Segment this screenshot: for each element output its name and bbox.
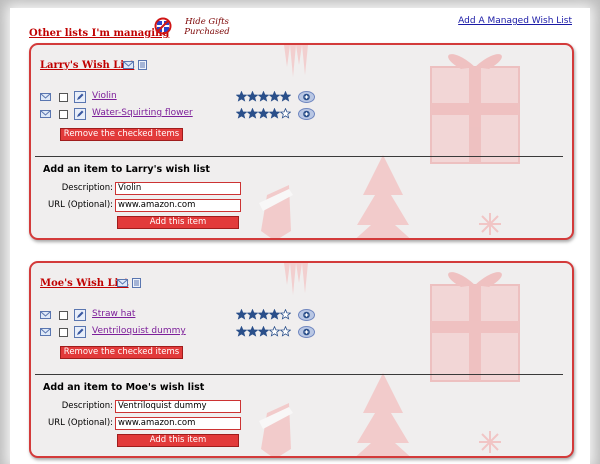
plus-icon[interactable]: [298, 91, 315, 103]
star-rating: [236, 309, 291, 321]
star-empty-icon: [280, 108, 291, 119]
wish-list-panel: Moe's Wish List Straw hat Ventriloquist …: [29, 261, 574, 458]
star-filled-icon: [258, 108, 269, 119]
star-filled-icon: [236, 326, 247, 337]
star-filled-icon: [247, 309, 258, 320]
url-label: URL (Optional):: [48, 418, 113, 428]
add-item-button[interactable]: Add this item: [117, 434, 239, 447]
item-checkbox[interactable]: [59, 328, 68, 337]
plus-icon[interactable]: [298, 108, 315, 120]
item-name-link[interactable]: Ventriloquist dummy: [92, 326, 186, 336]
header: Other lists I'm managing Hide Gifts Purc…: [10, 8, 590, 42]
description-row: Description: Ventriloquist dummy: [31, 400, 331, 414]
star-rating: [236, 108, 291, 120]
edit-pencil-icon[interactable]: [74, 326, 86, 338]
page-frame: Other lists I'm managing Hide Gifts Purc…: [10, 8, 590, 464]
star-filled-icon: [247, 91, 258, 102]
star-filled-icon: [269, 309, 280, 320]
mail-icon[interactable]: [40, 93, 51, 101]
item-checkbox[interactable]: [59, 311, 68, 320]
item-name-link[interactable]: Straw hat: [92, 309, 135, 319]
hide-gifts-icon[interactable]: [154, 17, 172, 35]
star-filled-icon: [269, 91, 280, 102]
star-rating: [236, 326, 291, 338]
remove-checked-items-button[interactable]: Remove the checked items: [60, 346, 183, 359]
hide-gifts-label[interactable]: Hide Gifts Purchased: [177, 17, 237, 37]
star-empty-icon: [280, 326, 291, 337]
description-label: Description:: [61, 401, 113, 411]
wish-list-title[interactable]: Moe's Wish List: [40, 278, 129, 289]
mail-icon[interactable]: [123, 60, 134, 70]
list-item: Water-Squirting flower: [40, 108, 560, 122]
star-filled-icon: [247, 108, 258, 119]
edit-pencil-icon[interactable]: [74, 309, 86, 321]
divider: [35, 156, 563, 157]
mail-icon[interactable]: [40, 328, 51, 336]
url-row: URL (Optional): www.amazon.com: [31, 417, 331, 431]
edit-pencil-icon[interactable]: [74, 91, 86, 103]
mail-icon[interactable]: [40, 110, 51, 118]
star-empty-icon: [269, 326, 280, 337]
list-item: Straw hat: [40, 309, 560, 323]
hide-gifts-line2: Purchased: [184, 27, 230, 37]
plus-icon[interactable]: [298, 309, 315, 321]
description-input[interactable]: Ventriloquist dummy: [115, 400, 241, 413]
item-name-link[interactable]: Water-Squirting flower: [92, 108, 193, 118]
star-filled-icon: [258, 91, 269, 102]
star-rating: [236, 91, 291, 103]
plus-icon[interactable]: [298, 326, 315, 338]
notes-icon[interactable]: [131, 278, 142, 288]
list-item: Ventriloquist dummy: [40, 326, 560, 340]
list-item: Violin: [40, 91, 560, 105]
url-input[interactable]: www.amazon.com: [115, 199, 241, 212]
add-managed-wish-list-link[interactable]: Add A Managed Wish List: [458, 16, 572, 26]
url-row: URL (Optional): www.amazon.com: [31, 199, 331, 213]
description-row: Description: Violin: [31, 182, 331, 196]
star-filled-icon: [247, 326, 258, 337]
description-label: Description:: [61, 183, 113, 193]
add-item-heading: Add an item to Larry's wish list: [43, 164, 210, 175]
mail-icon[interactable]: [40, 311, 51, 319]
url-label: URL (Optional):: [48, 200, 113, 210]
star-empty-icon: [280, 309, 291, 320]
item-name-link[interactable]: Violin: [92, 91, 117, 101]
add-item-button[interactable]: Add this item: [117, 216, 239, 229]
item-checkbox[interactable]: [59, 93, 68, 102]
edit-pencil-icon[interactable]: [74, 108, 86, 120]
star-filled-icon: [236, 91, 247, 102]
star-filled-icon: [258, 309, 269, 320]
mail-icon[interactable]: [117, 278, 128, 288]
add-item-heading: Add an item to Moe's wish list: [43, 382, 205, 393]
star-filled-icon: [280, 91, 291, 102]
star-filled-icon: [236, 309, 247, 320]
other-lists-heading: Other lists I'm managing: [29, 28, 170, 39]
item-checkbox[interactable]: [59, 110, 68, 119]
url-input[interactable]: www.amazon.com: [115, 417, 241, 430]
wish-list-panel: Larry's Wish List Violin Water-Squirting…: [29, 43, 574, 240]
star-filled-icon: [236, 108, 247, 119]
notes-icon[interactable]: [137, 60, 148, 70]
wish-list-title[interactable]: Larry's Wish List: [40, 60, 134, 71]
star-filled-icon: [269, 108, 280, 119]
hide-gifts-line1: Hide Gifts: [185, 17, 229, 27]
remove-checked-items-button[interactable]: Remove the checked items: [60, 128, 183, 141]
divider: [35, 374, 563, 375]
star-filled-icon: [258, 326, 269, 337]
description-input[interactable]: Violin: [115, 182, 241, 195]
